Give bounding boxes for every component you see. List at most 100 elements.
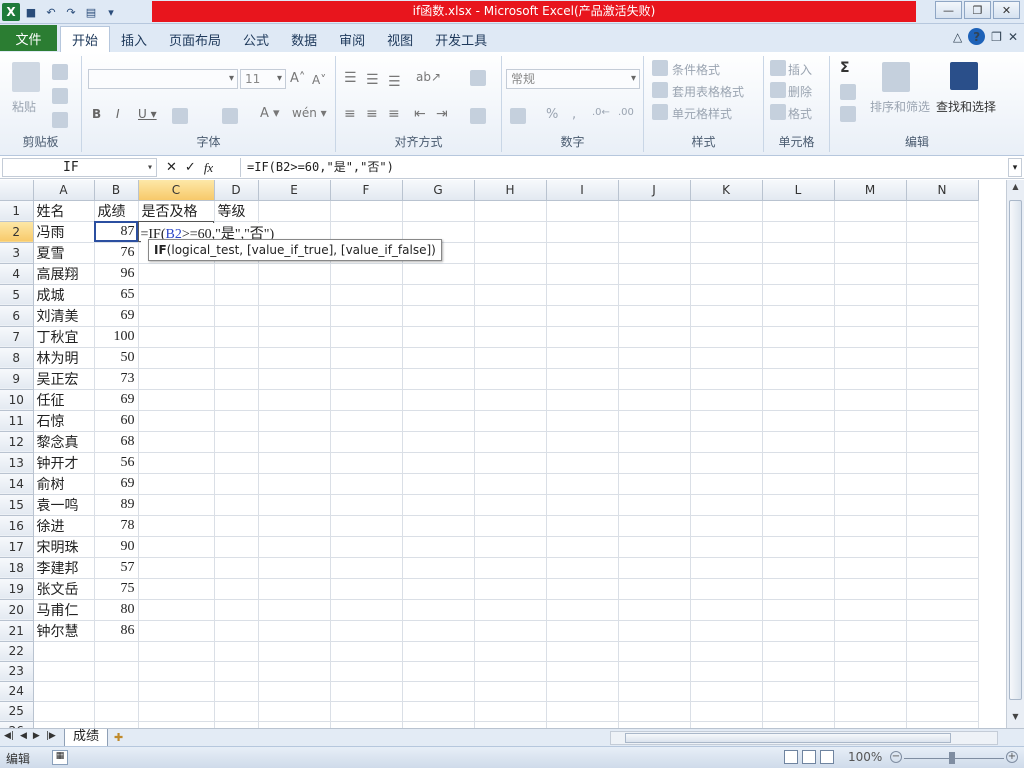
cell[interactable] <box>618 641 691 662</box>
cell[interactable]: 60 <box>94 410 139 432</box>
tab-data[interactable]: 数据 <box>280 26 328 52</box>
cell[interactable] <box>330 681 403 702</box>
cell[interactable]: 冯雨 <box>33 221 95 243</box>
cell[interactable] <box>618 326 691 348</box>
formula-input[interactable]: =IF(B2>=60,"是","否") <box>240 158 1006 177</box>
row-header[interactable]: 8 <box>0 347 34 369</box>
prev-sheet-icon[interactable]: ◀ <box>20 731 27 741</box>
cell[interactable] <box>258 368 331 390</box>
number-format-combo[interactable]: 常规 <box>506 69 640 89</box>
cell[interactable] <box>402 452 475 474</box>
align-left-icon[interactable]: ≡ <box>344 106 356 122</box>
cell[interactable] <box>834 410 907 432</box>
row-header[interactable]: 23 <box>0 661 34 682</box>
cell[interactable] <box>906 452 979 474</box>
cell[interactable] <box>762 661 835 682</box>
cell[interactable] <box>546 701 619 722</box>
cell[interactable] <box>762 515 835 537</box>
cell[interactable] <box>474 410 547 432</box>
cell[interactable] <box>214 578 259 600</box>
cell[interactable] <box>474 721 547 728</box>
cell[interactable] <box>546 494 619 516</box>
tab-review[interactable]: 审阅 <box>328 26 376 52</box>
cell[interactable] <box>618 221 691 243</box>
border-icon[interactable] <box>172 108 188 124</box>
cell[interactable]: 丁秋宜 <box>33 326 95 348</box>
cell[interactable]: 姓名 <box>33 200 95 222</box>
cell[interactable] <box>474 221 547 243</box>
cell[interactable] <box>258 452 331 474</box>
tooltip-function-name[interactable]: IF <box>154 243 167 257</box>
new-sheet-icon[interactable]: ✚ <box>114 731 132 745</box>
cell[interactable]: 成城 <box>33 284 95 306</box>
cell[interactable] <box>402 431 475 453</box>
cell[interactable] <box>834 368 907 390</box>
row-header[interactable]: 17 <box>0 536 34 558</box>
cell[interactable] <box>690 494 763 516</box>
cell[interactable] <box>906 326 979 348</box>
sort-filter-button[interactable]: 排序和筛选 <box>870 98 930 115</box>
cell[interactable] <box>690 389 763 411</box>
cell[interactable] <box>762 536 835 558</box>
cell[interactable] <box>834 557 907 579</box>
row-header[interactable]: 22 <box>0 641 34 662</box>
paste-icon[interactable] <box>12 62 40 92</box>
column-header[interactable]: J <box>618 180 691 201</box>
cell[interactable] <box>138 620 215 642</box>
cell[interactable] <box>474 263 547 285</box>
cell[interactable] <box>138 263 215 285</box>
cell[interactable] <box>546 452 619 474</box>
cell[interactable]: 89 <box>94 494 139 516</box>
redo-icon[interactable]: ↷ <box>62 3 80 21</box>
cell[interactable] <box>834 326 907 348</box>
cell[interactable] <box>906 389 979 411</box>
cell[interactable] <box>330 661 403 682</box>
column-header[interactable]: I <box>546 180 619 201</box>
cell[interactable] <box>214 431 259 453</box>
cell[interactable] <box>690 620 763 642</box>
row-header[interactable]: 10 <box>0 389 34 411</box>
cell[interactable]: 俞树 <box>33 473 95 495</box>
delete-cells-icon[interactable] <box>770 82 786 98</box>
increase-indent-icon[interactable]: ⇥ <box>436 106 448 122</box>
cell[interactable] <box>214 284 259 306</box>
cell[interactable] <box>834 701 907 722</box>
cell[interactable] <box>618 305 691 327</box>
cut-icon[interactable] <box>52 64 68 80</box>
cell[interactable] <box>214 620 259 642</box>
cell[interactable] <box>762 452 835 474</box>
scroll-up-icon[interactable]: ▲ <box>1009 182 1022 196</box>
sort-filter-icon[interactable] <box>882 62 910 92</box>
excel-logo-icon[interactable]: X <box>2 3 20 21</box>
zoom-slider-knob[interactable] <box>949 752 955 764</box>
cell[interactable] <box>330 494 403 516</box>
macro-record-icon[interactable]: ▦ <box>52 750 68 765</box>
cell[interactable] <box>138 410 215 432</box>
cell[interactable] <box>474 515 547 537</box>
cell[interactable] <box>618 681 691 702</box>
cell[interactable] <box>762 473 835 495</box>
cell[interactable] <box>33 721 95 728</box>
row-header[interactable]: 6 <box>0 305 34 327</box>
cell[interactable] <box>474 200 547 222</box>
cell[interactable] <box>834 721 907 728</box>
cell[interactable] <box>690 721 763 728</box>
cell[interactable] <box>258 620 331 642</box>
cell[interactable]: 68 <box>94 431 139 453</box>
cell[interactable] <box>906 641 979 662</box>
cell[interactable] <box>546 200 619 222</box>
column-header[interactable]: M <box>834 180 907 201</box>
cell[interactable] <box>546 578 619 600</box>
autosum-icon[interactable]: Σ <box>840 60 850 76</box>
middle-align-icon[interactable]: ☰ <box>366 72 379 88</box>
column-header[interactable]: B <box>94 180 139 201</box>
cell[interactable] <box>214 599 259 621</box>
select-all-corner[interactable] <box>0 180 34 201</box>
cell[interactable] <box>618 368 691 390</box>
cell[interactable] <box>138 347 215 369</box>
cell[interactable] <box>690 599 763 621</box>
delete-cells-button[interactable]: 删除 <box>788 83 812 100</box>
cell[interactable]: 78 <box>94 515 139 537</box>
cell[interactable] <box>330 305 403 327</box>
page-layout-view-icon[interactable] <box>802 750 816 764</box>
